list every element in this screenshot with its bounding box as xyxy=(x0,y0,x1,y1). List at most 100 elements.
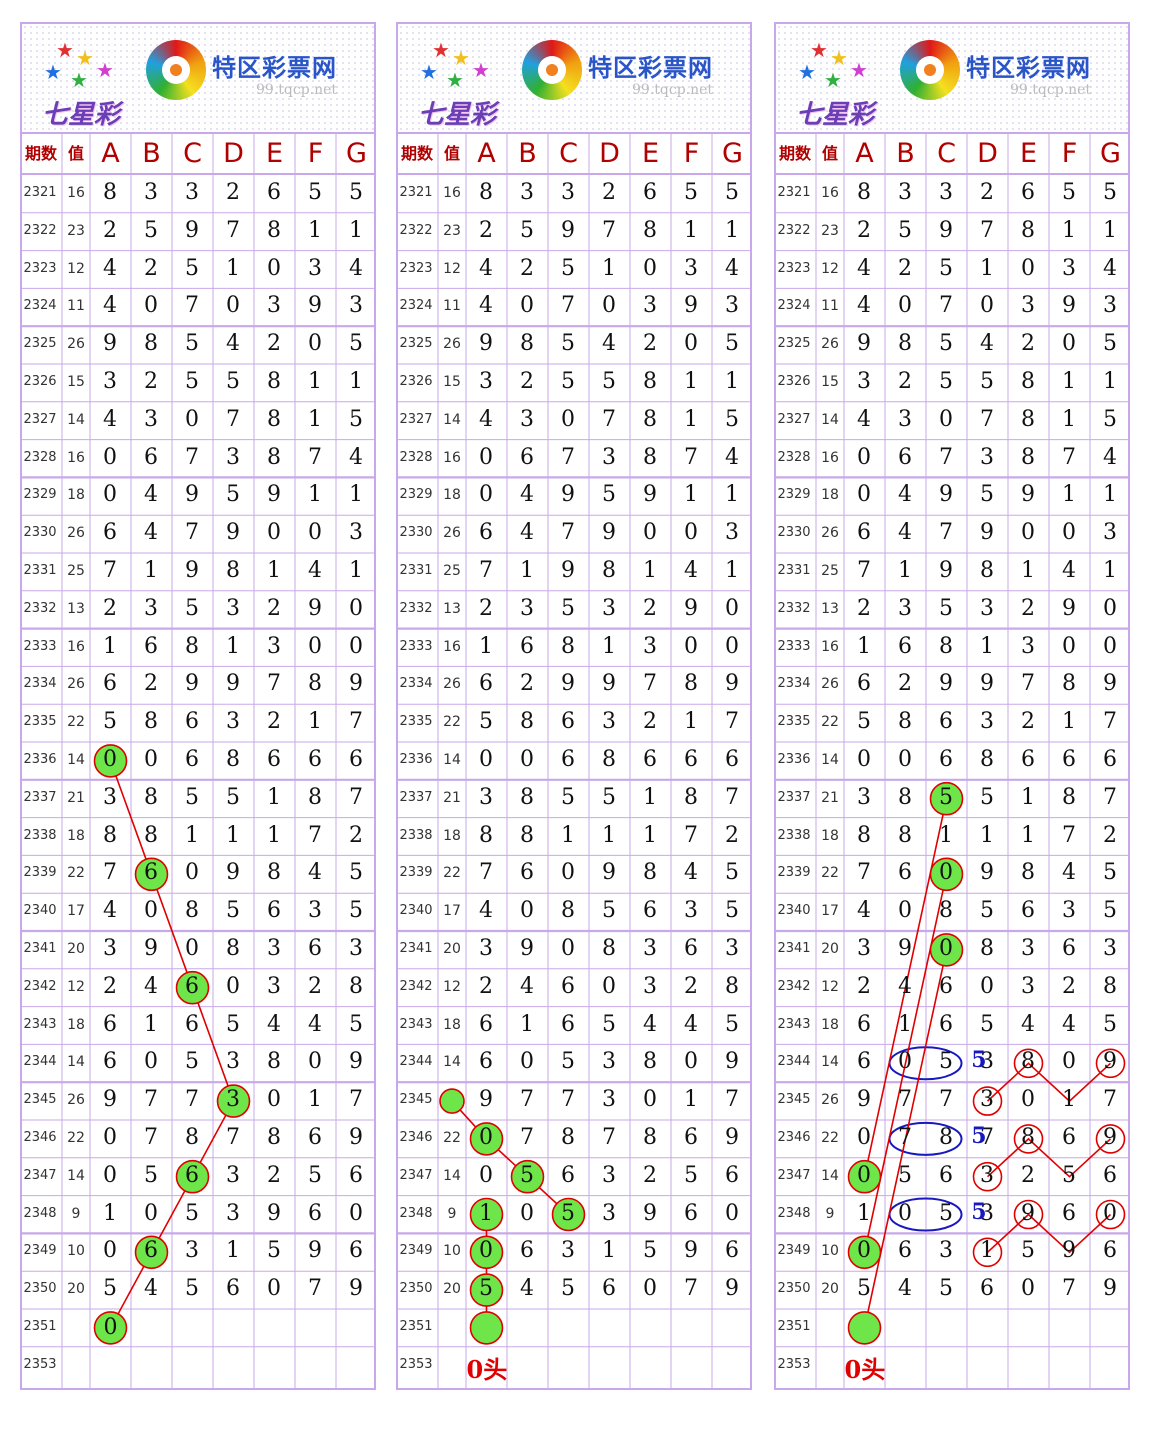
digit-cell: 5 xyxy=(857,709,871,735)
digit-cell: 7 xyxy=(561,293,575,319)
digit-cell: 5 xyxy=(308,180,322,205)
digit-cell: 0 xyxy=(479,1162,493,1188)
digit-cell: 9 xyxy=(980,860,994,886)
digit-cell: 6 xyxy=(226,1276,240,1302)
digit-cell: 9 xyxy=(643,1200,657,1226)
digit-cell: 3 xyxy=(725,293,739,319)
digit-cell: 5 xyxy=(561,1276,575,1302)
digit-cell: 7 xyxy=(561,520,575,546)
digit-cell: 9 xyxy=(267,482,281,508)
digit-cell: 1 xyxy=(684,406,698,432)
digit-cell: 1 xyxy=(226,255,240,281)
digit-cell: 9 xyxy=(1021,482,1035,508)
digit-cell: 6 xyxy=(643,898,657,924)
digit-cell: 5 xyxy=(939,1276,953,1302)
digit-cell: 3 xyxy=(602,444,616,470)
digit-cell: 5 xyxy=(898,217,912,243)
digit-cell: 1 xyxy=(684,482,698,508)
digit-cell: 4 xyxy=(898,1276,912,1302)
digit-cell: 0 xyxy=(479,482,493,508)
digit-cell: 4 xyxy=(857,898,871,924)
digit-cell: 5 xyxy=(226,1011,240,1037)
digit-cell: 6 xyxy=(898,1238,912,1264)
digit-cell: 7 xyxy=(684,1276,698,1302)
digit-cell: 7 xyxy=(144,1087,158,1113)
digit-cell: 6 xyxy=(602,1276,616,1302)
digit-cell: 7 xyxy=(939,293,953,319)
digit-cell: 5 xyxy=(602,898,616,924)
digit-cell: 1 xyxy=(602,1238,616,1264)
digit-cell: 8 xyxy=(939,898,953,924)
digit-cell: 1 xyxy=(1021,784,1035,810)
digit-cell: 1 xyxy=(643,558,657,583)
digit-cell: 4 xyxy=(144,1276,158,1302)
digit-cell: 0 xyxy=(898,747,912,772)
digit-cell: 5 xyxy=(725,331,739,357)
digit-cell: 1 xyxy=(725,558,739,583)
digit-cell: 1 xyxy=(684,369,698,394)
digit-cell: 1 xyxy=(308,369,322,394)
digit-cell: 5 xyxy=(684,180,698,205)
digit-cell: 6 xyxy=(479,1011,493,1037)
digit-cell: 0 xyxy=(308,331,322,357)
digit-cell: 4 xyxy=(725,255,739,281)
digit-cell: 5 xyxy=(144,217,158,243)
digit-cell: 0 xyxy=(103,1125,117,1150)
digit-cell: 2 xyxy=(520,255,534,281)
digit-cell: 7 xyxy=(185,444,199,470)
digit-cell: 3 xyxy=(1103,936,1117,961)
digit-cell: 6 xyxy=(939,1162,953,1188)
digit-cell: 2 xyxy=(643,331,657,357)
digit-cell: 9 xyxy=(185,482,199,508)
digit-cell: 6 xyxy=(857,1011,871,1037)
digit-cell: 8 xyxy=(1021,444,1035,470)
digit-cell: 3 xyxy=(144,595,158,621)
digit-cell: 0 xyxy=(267,1087,281,1113)
digit-cell: 8 xyxy=(684,784,698,810)
digit-cell: 8 xyxy=(185,633,199,659)
digit-cell: 0 xyxy=(725,633,739,659)
digit-cell: 1 xyxy=(643,784,657,810)
digit-cell: 5 xyxy=(185,1200,199,1226)
digit-cell: 4 xyxy=(1103,255,1117,281)
digit-cell: 8 xyxy=(267,369,281,394)
digit-cell: 0 xyxy=(267,255,281,281)
digit-cell: 6 xyxy=(725,747,739,772)
digit-cell: 7 xyxy=(144,1125,158,1150)
digit-cell: 5 xyxy=(898,1162,912,1188)
digit-cell: 3 xyxy=(226,709,240,735)
digit-cell: 5 xyxy=(1062,1162,1076,1188)
digit-cell: 6 xyxy=(561,709,575,735)
digit-cell: 0 xyxy=(561,406,575,432)
digit-cell: 3 xyxy=(267,293,281,319)
digit-cell: 6 xyxy=(144,860,158,886)
digit-cell: 8 xyxy=(308,671,322,697)
digit-cell: 2 xyxy=(144,671,158,697)
digit-cell: 1 xyxy=(308,482,322,508)
digit-cell: 9 xyxy=(520,936,534,961)
digit-cell: 6 xyxy=(1021,747,1035,772)
digit-cell: 6 xyxy=(561,747,575,772)
digit-cell: 8 xyxy=(939,1125,953,1150)
digit-cell: 3 xyxy=(602,595,616,621)
digit-cell: 0 xyxy=(684,331,698,357)
digit-cell: 6 xyxy=(185,1011,199,1037)
digit-cell: 0 xyxy=(226,973,240,999)
digit-cell: 8 xyxy=(267,1049,281,1075)
digit-cell: 6 xyxy=(939,973,953,999)
digit-cell: 9 xyxy=(308,1238,322,1264)
digit-cell: 4 xyxy=(308,860,322,886)
digit-cell: 8 xyxy=(643,1049,657,1075)
digit-cell: 0 xyxy=(939,860,953,886)
digit-cell: 5 xyxy=(602,369,616,394)
digit-cell: 6 xyxy=(1103,1238,1117,1264)
digit-cell: 2 xyxy=(103,217,117,243)
digit-cell: 6 xyxy=(103,671,117,697)
digit-cell: 1 xyxy=(1062,482,1076,508)
digit-cell: 7 xyxy=(1062,822,1076,848)
digit-cell: 1 xyxy=(103,633,117,659)
digit-cell: 3 xyxy=(1103,293,1117,319)
digit-cell: 2 xyxy=(520,671,534,697)
digit-cell: 8 xyxy=(602,936,616,961)
digit-cell: 1 xyxy=(308,1087,322,1113)
